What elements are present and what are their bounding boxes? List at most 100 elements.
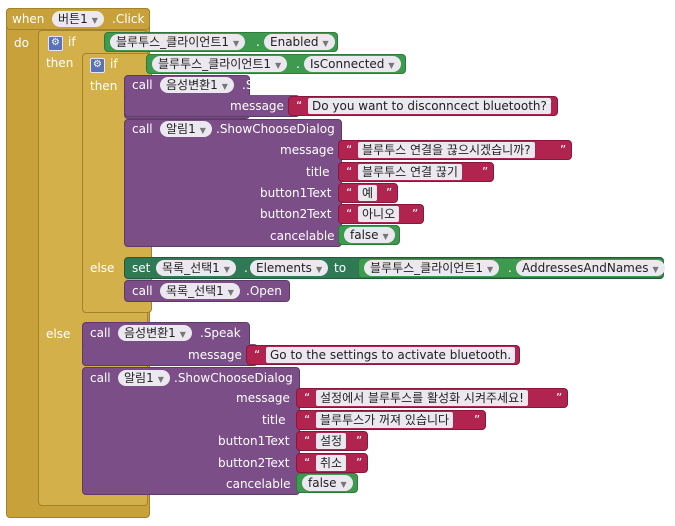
text-value[interactable]: 블루투스 연결을 끊으시겠습니까? bbox=[358, 142, 535, 158]
quote-close: ” bbox=[546, 99, 553, 113]
param-label-title: title bbox=[262, 413, 286, 427]
dropdown-arrow-icon: ▼ bbox=[388, 61, 395, 70]
component-name: 버튼1 bbox=[58, 12, 88, 26]
else-label: else bbox=[46, 327, 71, 341]
quote-open: “ bbox=[304, 413, 311, 427]
gear-icon[interactable]: ⚙ bbox=[90, 58, 105, 73]
component-name: 블루투스_클라이언트1 bbox=[116, 35, 229, 49]
method-label: .Speak bbox=[242, 78, 283, 92]
param-label-message: message bbox=[230, 99, 284, 113]
do-label: do bbox=[14, 36, 29, 50]
quote-close: ” bbox=[412, 207, 419, 221]
boolean-value: false bbox=[350, 228, 379, 242]
set-label: set bbox=[132, 261, 151, 275]
dropdown-arrow-icon: ▼ bbox=[233, 39, 240, 48]
boolean-dropdown[interactable]: false ▼ bbox=[302, 475, 353, 491]
text-value[interactable]: 취소 bbox=[316, 455, 347, 471]
else-label: else bbox=[90, 261, 115, 275]
method-label: .ShowChooseDialog bbox=[216, 122, 335, 136]
quote-close: ” bbox=[386, 186, 393, 200]
param-label-button2text: button2Text bbox=[218, 456, 290, 470]
call-label: call bbox=[90, 371, 111, 385]
component-name: 음성변환1 bbox=[166, 78, 218, 92]
dot-separator: . bbox=[244, 261, 248, 275]
text-value[interactable]: 블루투스 연결 끊기 bbox=[358, 164, 462, 180]
property-dropdown-addresses[interactable]: AddressesAndNames ▼ bbox=[516, 260, 665, 276]
quote-open: “ bbox=[346, 143, 353, 157]
component-dropdown-bt-client[interactable]: 블루투스_클라이언트1 ▼ bbox=[110, 34, 246, 50]
method-label: .Speak bbox=[200, 326, 241, 340]
blocks-workspace: { "event": { "when": "when", "component"… bbox=[0, 0, 675, 526]
quote-open: “ bbox=[346, 186, 353, 200]
quote-close: ” bbox=[356, 456, 363, 470]
property-dropdown-elements[interactable]: Elements ▼ bbox=[250, 260, 329, 276]
component-dropdown-tts[interactable]: 음성변환1 ▼ bbox=[160, 77, 234, 93]
to-label: to bbox=[334, 261, 347, 275]
dropdown-arrow-icon: ▼ bbox=[340, 480, 347, 489]
component-name: 알림1 bbox=[124, 371, 154, 385]
quote-close: ” bbox=[356, 434, 363, 448]
text-value[interactable]: Go to the settings to activate bluetooth… bbox=[266, 347, 516, 363]
param-label-button1text: button1Text bbox=[260, 186, 332, 200]
method-label: .ShowChooseDialog bbox=[174, 371, 293, 385]
property-name: AddressesAndNames bbox=[522, 261, 649, 275]
component-name: 알림1 bbox=[166, 122, 196, 136]
dropdown-arrow-icon: ▼ bbox=[179, 330, 186, 339]
quote-close: ” bbox=[556, 391, 563, 405]
call-label: call bbox=[132, 122, 153, 136]
quote-open: “ bbox=[304, 391, 311, 405]
gear-icon[interactable]: ⚙ bbox=[48, 36, 63, 51]
text-value[interactable]: 블루투스가 꺼져 있습니다 bbox=[316, 412, 454, 428]
component-dropdown-button1[interactable]: 버튼1 ▼ bbox=[52, 11, 104, 27]
dropdown-arrow-icon: ▼ bbox=[91, 16, 98, 25]
dropdown-arrow-icon: ▼ bbox=[223, 265, 230, 274]
component-dropdown-notifier[interactable]: 알림1 ▼ bbox=[160, 121, 212, 137]
param-label-message: message bbox=[280, 143, 334, 157]
component-dropdown-bt-client[interactable]: 블루투스_클라이언트1 ▼ bbox=[364, 260, 500, 276]
param-label-title: title bbox=[306, 165, 330, 179]
component-dropdown-bt-client[interactable]: 블루투스_클라이언트1 ▼ bbox=[152, 56, 288, 72]
component-dropdown-listpicker[interactable]: 목록_선택1 ▼ bbox=[156, 260, 236, 276]
component-dropdown-tts[interactable]: 음성변환1 ▼ bbox=[118, 325, 192, 341]
call-label: call bbox=[132, 78, 153, 92]
dropdown-arrow-icon: ▼ bbox=[199, 126, 206, 135]
param-label-button2text: button2Text bbox=[260, 207, 332, 221]
quote-close: ” bbox=[506, 348, 513, 362]
boolean-value: false bbox=[308, 476, 337, 490]
quote-open: “ bbox=[254, 348, 261, 362]
dropdown-arrow-icon: ▼ bbox=[315, 265, 323, 274]
dot-separator: . bbox=[508, 261, 512, 275]
dot-separator: . bbox=[296, 57, 300, 71]
property-name: Enabled bbox=[270, 35, 319, 49]
dropdown-arrow-icon: ▼ bbox=[227, 288, 234, 297]
property-name: Elements bbox=[256, 261, 312, 275]
param-label-cancelable: cancelable bbox=[270, 229, 335, 243]
quote-open: “ bbox=[346, 165, 353, 179]
text-value[interactable]: Do you want to disconncect bluetooth? bbox=[308, 98, 551, 114]
component-name: 목록_선택1 bbox=[166, 284, 224, 298]
quote-close: ” bbox=[560, 143, 567, 157]
event-name-label: .Click bbox=[112, 12, 145, 26]
param-label-button1text: button1Text bbox=[218, 434, 290, 448]
call-label: call bbox=[90, 326, 111, 340]
property-dropdown-isconnected[interactable]: IsConnected ▼ bbox=[304, 56, 401, 72]
dropdown-arrow-icon: ▼ bbox=[157, 375, 164, 384]
if-label: if bbox=[68, 35, 76, 49]
component-name: 음성변환1 bbox=[124, 326, 176, 340]
param-label-cancelable: cancelable bbox=[226, 477, 291, 491]
param-label-message: message bbox=[236, 391, 290, 405]
boolean-dropdown[interactable]: false ▼ bbox=[344, 227, 395, 243]
text-value[interactable]: 예 bbox=[358, 185, 378, 201]
component-dropdown-listpicker[interactable]: 목록_선택1 ▼ bbox=[160, 283, 240, 299]
param-label-message: message bbox=[188, 348, 242, 362]
when-label: when bbox=[12, 12, 45, 26]
if-label: if bbox=[110, 57, 118, 71]
text-value[interactable]: 설정에서 블루투스를 활성화 시켜주세요! bbox=[316, 390, 528, 406]
call-label: call bbox=[132, 284, 153, 298]
dot-separator: . bbox=[256, 35, 260, 49]
component-dropdown-notifier[interactable]: 알림1 ▼ bbox=[118, 370, 170, 386]
text-value[interactable]: 아니오 bbox=[358, 206, 400, 222]
text-value[interactable]: 설정 bbox=[316, 433, 347, 449]
property-dropdown-enabled[interactable]: Enabled ▼ bbox=[264, 34, 335, 50]
method-label: .Open bbox=[246, 284, 282, 298]
